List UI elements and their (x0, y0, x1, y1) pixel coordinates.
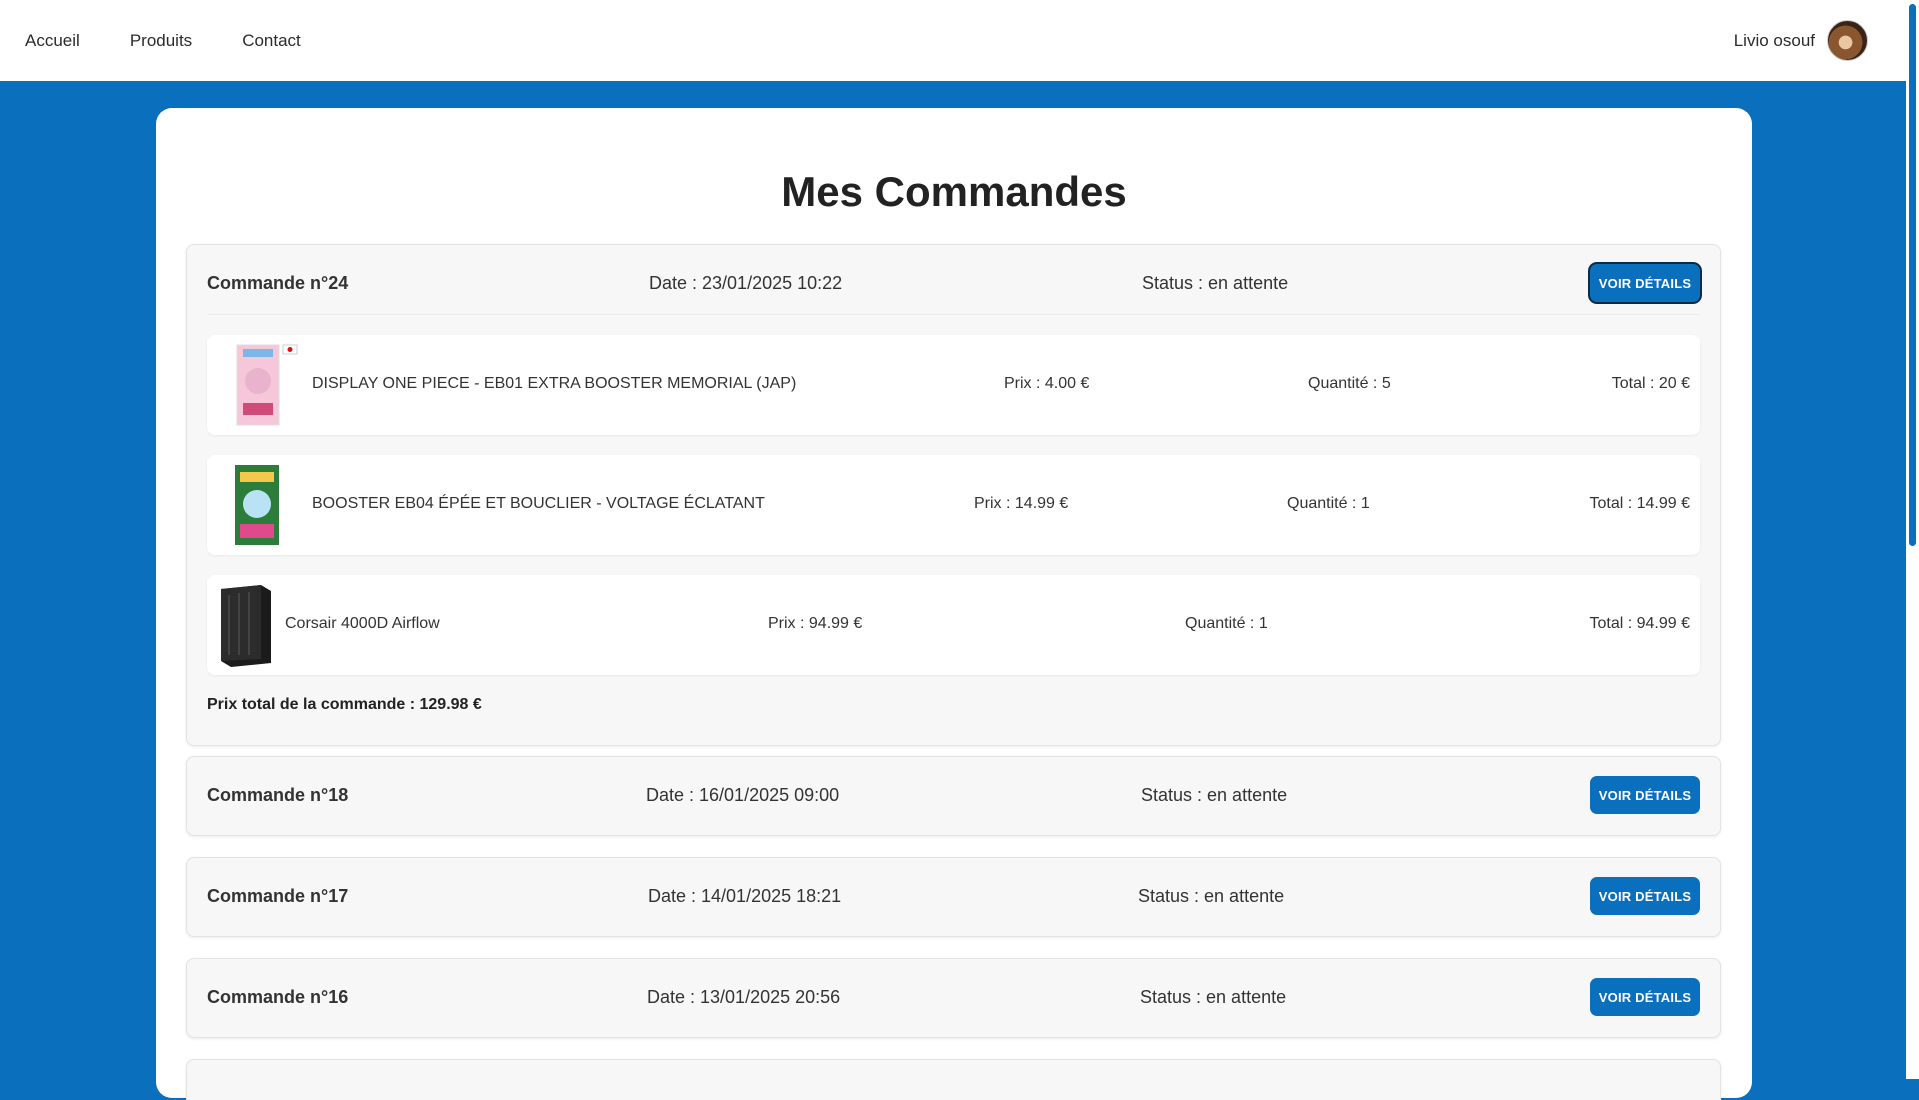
orders-card: Mes Commandes Commande n°24 Date : 23/01… (156, 108, 1752, 1100)
order-card-next (186, 1059, 1721, 1100)
order-card-17: Commande n°17 Date : 14/01/2025 18:21 St… (186, 857, 1721, 937)
product-image-onepiece (236, 344, 298, 426)
order-item: DISPLAY ONE PIECE - EB01 EXTRA BOOSTER M… (207, 335, 1700, 435)
order-status: Status : en attente (1142, 273, 1289, 293)
item-name: DISPLAY ONE PIECE - EB01 EXTRA BOOSTER M… (312, 375, 797, 392)
item-total: Total : 20 € (1611, 375, 1690, 392)
order-number: Commande n°18 (207, 785, 349, 805)
order-status: Status : en attente (1141, 785, 1288, 805)
nav-link-contact[interactable]: Contact (242, 31, 301, 51)
item-price: Prix : 4.00 € (1004, 375, 1090, 392)
divider (207, 314, 1700, 315)
view-details-button[interactable]: VOIR DÉTAILS (1590, 776, 1700, 814)
order-header: Commande n°24 Date : 23/01/2025 10:22 St… (187, 245, 1720, 323)
order-date: Date : 16/01/2025 09:00 (646, 785, 840, 805)
top-navbar: Accueil Produits Contact Livio osouf (0, 0, 1906, 81)
nav-link-accueil[interactable]: Accueil (25, 31, 80, 51)
view-details-button[interactable]: VOIR DÉTAILS (1590, 978, 1700, 1016)
item-price: Prix : 94.99 € (768, 615, 863, 632)
scrollbar-thumb[interactable] (1909, 4, 1916, 546)
view-details-button[interactable]: VOIR DÉTAILS (1590, 264, 1700, 302)
order-header: Commande n°16 Date : 13/01/2025 20:56 St… (187, 959, 1720, 1037)
order-number: Commande n°24 (207, 273, 349, 293)
order-number: Commande n°17 (207, 886, 349, 906)
order-number: Commande n°16 (207, 987, 349, 1007)
item-price: Prix : 14.99 € (974, 495, 1069, 512)
item-total: Total : 94.99 € (1589, 615, 1690, 632)
avatar[interactable] (1827, 20, 1868, 61)
nav-link-produits[interactable]: Produits (130, 31, 192, 51)
page-title: Mes Commandes (781, 168, 1127, 215)
item-name: BOOSTER EB04 ÉPÉE ET BOUCLIER - VOLTAGE … (312, 495, 765, 512)
order-total: Prix total de la commande : 129.98 € (207, 696, 482, 713)
order-item: Corsair 4000D Airflow Prix : 94.99 € Qua… (207, 575, 1700, 675)
item-quantity: Quantité : 5 (1308, 375, 1391, 392)
item-quantity: Quantité : 1 (1185, 615, 1268, 632)
product-image-pc-case (221, 585, 271, 667)
item-quantity: Quantité : 1 (1287, 495, 1370, 512)
product-image-booster (235, 465, 279, 545)
user-menu[interactable]: Livio osouf (1734, 20, 1906, 61)
scrollbar[interactable] (1906, 0, 1919, 1079)
order-date: Date : 23/01/2025 10:22 (649, 273, 843, 293)
order-status: Status : en attente (1140, 987, 1287, 1007)
order-card-18: Commande n°18 Date : 16/01/2025 09:00 St… (186, 756, 1721, 836)
user-name[interactable]: Livio osouf (1734, 31, 1815, 51)
item-name: Corsair 4000D Airflow (285, 615, 440, 632)
order-card-16: Commande n°16 Date : 13/01/2025 20:56 St… (186, 958, 1721, 1038)
order-date: Date : 13/01/2025 20:56 (647, 987, 841, 1007)
order-date: Date : 14/01/2025 18:21 (648, 886, 842, 906)
order-item: BOOSTER EB04 ÉPÉE ET BOUCLIER - VOLTAGE … (207, 455, 1700, 555)
nav-links: Accueil Produits Contact (0, 31, 351, 51)
order-header: Commande n°17 Date : 14/01/2025 18:21 St… (187, 858, 1720, 936)
order-card-24: Commande n°24 Date : 23/01/2025 10:22 St… (186, 244, 1721, 746)
view-details-button[interactable]: VOIR DÉTAILS (1590, 877, 1700, 915)
order-header: Commande n°18 Date : 16/01/2025 09:00 St… (187, 757, 1720, 835)
order-status: Status : en attente (1138, 886, 1285, 906)
item-total: Total : 14.99 € (1589, 495, 1690, 512)
